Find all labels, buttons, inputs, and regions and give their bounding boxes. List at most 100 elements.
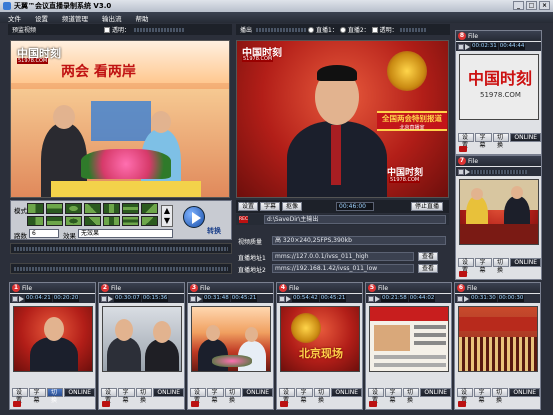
camera-7-subtitle-button[interactable]: 字幕 (475, 258, 492, 274)
output-transparency-slider[interactable] (399, 27, 426, 32)
wipe-effect-7[interactable] (141, 203, 158, 214)
wipe-effect-8[interactable] (27, 216, 44, 226)
camera-6-rec-icon[interactable] (458, 401, 466, 407)
camera-5-subtitle-button[interactable]: 字幕 (385, 388, 402, 404)
camera-1-rec-icon[interactable] (13, 401, 21, 407)
camera-3-video[interactable] (191, 306, 271, 372)
live1-radio[interactable] (308, 26, 315, 33)
wipe-effect-5[interactable] (103, 203, 120, 214)
program-settings-button[interactable]: 设置 (238, 202, 259, 211)
camera-5-play-icon[interactable] (375, 295, 380, 302)
maximize-icon[interactable]: □ (526, 1, 537, 10)
menu-file[interactable]: 文件 (8, 13, 21, 23)
preview-transparency-slider[interactable] (134, 27, 185, 32)
camera-6-subtitle-button[interactable]: 字幕 (474, 388, 491, 404)
camera-1-settings-button[interactable]: 设置 (12, 388, 29, 404)
camera-8-source[interactable]: File (468, 33, 478, 40)
save-path-field[interactable]: d:\SaveDir\主输出 (264, 215, 446, 224)
wipe-effect-3[interactable] (65, 203, 82, 214)
camera-4-online-button[interactable]: ONLINE (331, 388, 363, 397)
quality-field[interactable]: 高 320×240,25FPS,390kb (272, 236, 446, 245)
wipe-effect-1[interactable] (27, 203, 44, 214)
camera-2-subtitle-button[interactable]: 字幕 (118, 388, 135, 404)
menu-channels[interactable]: 频道管理 (62, 13, 88, 23)
camera-4-settings-button[interactable]: 设置 (279, 388, 296, 404)
camera-7-stop-icon[interactable] (458, 168, 464, 175)
camera-4-subtitle-button[interactable]: 字幕 (296, 388, 313, 404)
minimize-icon[interactable]: _ (513, 1, 524, 10)
preview-transparency-checkbox[interactable] (104, 26, 111, 33)
camera-5-rec-icon[interactable] (369, 401, 377, 407)
live-addr2-field[interactable]: mms://192.168.1.42/ivss_011_low (272, 264, 414, 273)
camera-8-settings-button[interactable]: 设置 (458, 133, 475, 149)
camera-7-play-icon[interactable] (465, 168, 470, 175)
camera-1-play-icon[interactable] (19, 295, 24, 302)
output-transparency-checkbox[interactable] (371, 26, 378, 33)
wipe-effect-14[interactable] (141, 216, 158, 226)
camera-7-video[interactable] (459, 179, 539, 245)
menu-settings[interactable]: 设置 (35, 13, 48, 23)
camera-5-online-button[interactable]: ONLINE (420, 388, 452, 397)
camera-1-online-button[interactable]: ONLINE (64, 388, 96, 397)
wipe-effect-13[interactable] (122, 216, 139, 226)
live2-radio[interactable] (339, 26, 346, 33)
camera-4-play-icon[interactable] (286, 295, 291, 302)
camera-3-source[interactable]: File (200, 285, 210, 292)
menu-output[interactable]: 输出流 (102, 13, 122, 23)
camera-6-switch-button[interactable]: 切换 (491, 388, 509, 404)
camera-5-stop-icon[interactable] (368, 295, 374, 302)
camera-2-online-button[interactable]: ONLINE (153, 388, 185, 397)
camera-1-source[interactable]: File (22, 285, 32, 292)
program-subtitle-button[interactable]: 字幕 (260, 202, 281, 211)
camera-3-switch-button[interactable]: 切换 (224, 388, 242, 404)
camera-3-subtitle-button[interactable]: 字幕 (207, 388, 224, 404)
camera-6-video[interactable] (458, 306, 538, 372)
camera-5-switch-button[interactable]: 切换 (402, 388, 420, 404)
effect-select[interactable]: 无效果 (78, 229, 173, 238)
wipe-effect-12[interactable] (103, 216, 120, 226)
camera-3-stop-icon[interactable] (190, 295, 196, 302)
view-addr2-button[interactable]: 查看 (418, 264, 439, 273)
camera-2-stop-icon[interactable] (101, 295, 107, 302)
camera-2-rec-icon[interactable] (102, 401, 110, 407)
camera-7-switch-button[interactable]: 切换 (492, 258, 510, 274)
camera-8-switch-button[interactable]: 切换 (492, 133, 510, 149)
wipe-effect-6[interactable] (122, 203, 139, 214)
camera-4-switch-button[interactable]: 切换 (313, 388, 331, 404)
camera-2-play-icon[interactable] (108, 295, 113, 302)
camera-4-stop-icon[interactable] (279, 295, 285, 302)
wipe-effect-4[interactable] (84, 203, 101, 214)
live-addr1-field[interactable]: mms://127.0.0.1/ivss_011_high (272, 252, 414, 261)
camera-7-seek-bar[interactable] (471, 169, 527, 174)
camera-7-settings-button[interactable]: 设置 (458, 258, 475, 274)
camera-3-rec-icon[interactable] (191, 401, 199, 407)
wipe-effect-11[interactable] (84, 216, 101, 226)
program-keying-button[interactable]: 抠像 (282, 202, 303, 211)
wipe-effect-9[interactable] (46, 216, 63, 226)
camera-5-settings-button[interactable]: 设置 (368, 388, 385, 404)
camera-8-play-icon[interactable] (465, 43, 470, 50)
switch-button[interactable]: 转换 (181, 204, 229, 238)
rec-indicator[interactable]: REC (239, 216, 248, 223)
camera-1-switch-button[interactable]: 切换 (46, 388, 64, 404)
preview-video[interactable]: 中国时刻 51978.COM 两会 看两岸 (10, 40, 230, 198)
camera-5-video[interactable] (369, 306, 449, 372)
camera-1-stop-icon[interactable] (12, 295, 18, 302)
route-select[interactable]: 6 (29, 229, 59, 238)
camera-8-rec-icon[interactable] (459, 146, 467, 152)
effect-scroll-arrows[interactable]: ▲ ▼ (161, 205, 173, 227)
camera-6-stop-icon[interactable] (457, 295, 463, 302)
camera-3-online-button[interactable]: ONLINE (242, 388, 274, 397)
camera-3-play-icon[interactable] (197, 295, 202, 302)
camera-8-stop-icon[interactable] (458, 43, 464, 50)
wipe-effect-2[interactable] (46, 203, 63, 214)
camera-2-source[interactable]: File (111, 285, 121, 292)
camera-6-online-button[interactable]: ONLINE (509, 388, 541, 397)
camera-5-source[interactable]: File (378, 285, 388, 292)
camera-2-switch-button[interactable]: 切换 (135, 388, 153, 404)
menu-help[interactable]: 帮助 (136, 13, 149, 23)
camera-4-video[interactable]: 北京现场 (280, 306, 360, 372)
camera-2-settings-button[interactable]: 设置 (101, 388, 118, 404)
camera-8-video[interactable]: 中国时刻 51978.COM (459, 54, 539, 120)
camera-6-settings-button[interactable]: 设置 (457, 388, 474, 404)
